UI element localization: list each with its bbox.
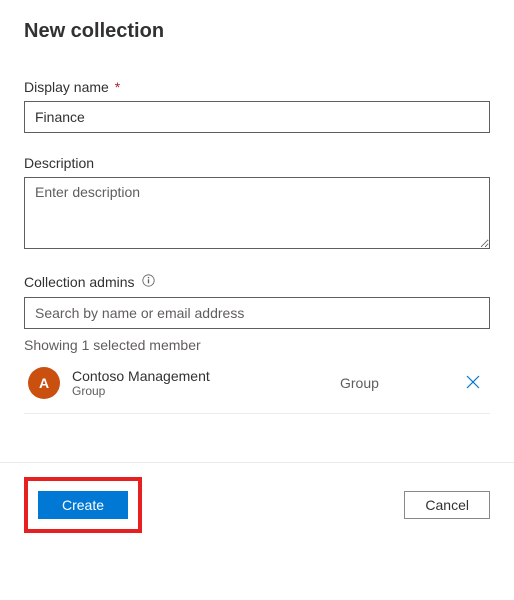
description-input[interactable] [24, 177, 490, 249]
footer: Create Cancel [0, 463, 514, 553]
cancel-button[interactable]: Cancel [404, 491, 490, 519]
info-icon[interactable] [142, 274, 155, 290]
description-field: Description [24, 155, 490, 252]
remove-member-button[interactable] [460, 369, 486, 398]
collection-admins-label-text: Collection admins [24, 274, 135, 290]
display-name-label: Display name * [24, 79, 490, 95]
member-info: Contoso Management Group [72, 368, 340, 398]
create-highlight: Create [24, 477, 142, 533]
create-button[interactable]: Create [38, 491, 128, 519]
new-collection-panel: New collection Display name * Descriptio… [0, 0, 514, 414]
selected-count-text: Showing 1 selected member [24, 337, 490, 353]
member-name: Contoso Management [72, 368, 340, 384]
description-label: Description [24, 155, 490, 171]
display-name-input[interactable] [24, 101, 490, 133]
member-row: A Contoso Management Group Group [24, 353, 490, 414]
avatar: A [28, 367, 60, 399]
close-icon [466, 375, 480, 392]
display-name-field: Display name * [24, 79, 490, 133]
collection-admins-field: Collection admins Showing 1 selected mem… [24, 274, 490, 414]
page-title: New collection [24, 20, 490, 43]
member-subtext: Group [72, 384, 340, 398]
required-marker: * [115, 79, 120, 95]
display-name-label-text: Display name [24, 79, 109, 95]
collection-admins-label: Collection admins [24, 274, 490, 291]
member-type: Group [340, 375, 450, 391]
admins-search-input[interactable] [24, 297, 490, 329]
